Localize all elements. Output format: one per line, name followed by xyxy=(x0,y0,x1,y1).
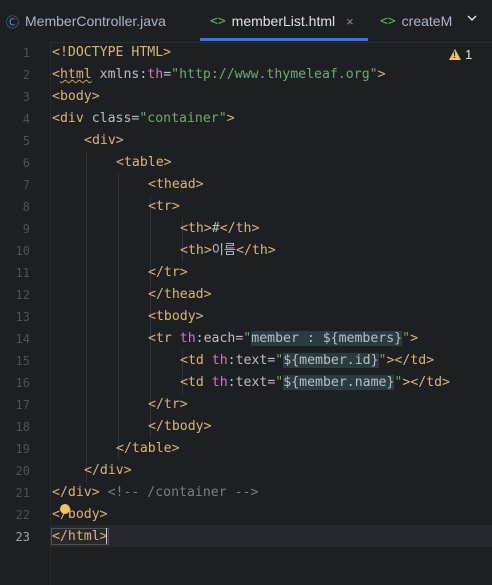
line-number: 15 xyxy=(15,354,30,368)
line-number: 2 xyxy=(22,68,30,82)
line-number: 13 xyxy=(15,310,30,324)
line-number: 4 xyxy=(22,112,30,126)
line-number: 12 xyxy=(15,288,30,302)
line-number: 9 xyxy=(22,222,30,236)
html-file-icon: <> xyxy=(380,13,396,29)
line-number: 8 xyxy=(22,200,30,214)
code-line-15: <td th:text="${member.id}"></td> xyxy=(180,353,435,368)
code-line-12: </thead> xyxy=(148,287,212,302)
html-file-icon: <> xyxy=(210,13,226,29)
code-line-11: </tr> xyxy=(148,265,188,280)
line-number-current: 23 xyxy=(15,530,30,544)
code-line-8: <tr> xyxy=(148,199,180,214)
code-line-16: <td th:text="${member.name}"></td> xyxy=(180,375,450,390)
code-line-19: </table> xyxy=(116,441,180,456)
line-number: 10 xyxy=(15,244,30,258)
line-number: 21 xyxy=(15,486,30,500)
editor-tab-bar: Ⓒ MemberController.java <> memberList.ht… xyxy=(0,0,492,43)
intention-bulb-icon[interactable] xyxy=(60,504,70,514)
tab-label: MemberController.java xyxy=(25,13,166,29)
code-line-20: </div> xyxy=(84,463,132,478)
line-number: 11 xyxy=(15,266,30,280)
code-line-10: <th>이름</th> xyxy=(180,243,276,258)
line-number: 14 xyxy=(15,332,30,346)
tab-member-list[interactable]: <> memberList.html × xyxy=(210,0,354,42)
indent-guide xyxy=(118,174,119,460)
line-number: 7 xyxy=(22,178,30,192)
code-line-4: <div class="container"> xyxy=(52,111,235,126)
code-editor[interactable]: <!DOCTYPE HTML> <html xmlns:th="http://w… xyxy=(51,42,492,585)
line-number: 1 xyxy=(22,46,30,60)
tab-member-controller[interactable]: Ⓒ MemberController.java xyxy=(6,0,166,42)
code-line-5: <div> xyxy=(84,133,124,148)
code-line-23: </html> xyxy=(51,528,109,545)
line-number: 3 xyxy=(22,90,30,104)
code-line-17: </tr> xyxy=(148,397,188,412)
line-number: 22 xyxy=(15,508,30,522)
code-line-14: <tr th:each="member : ${members}"> xyxy=(148,331,419,346)
java-class-icon: Ⓒ xyxy=(6,14,20,30)
line-number: 17 xyxy=(15,398,30,412)
close-tab-icon[interactable]: × xyxy=(346,14,354,29)
indent-guide xyxy=(86,152,87,482)
line-number: 16 xyxy=(15,376,30,390)
code-line-2: <html xmlns:th="http://www.thymeleaf.org… xyxy=(52,67,386,82)
text-caret xyxy=(106,528,107,544)
line-number: 20 xyxy=(15,464,30,478)
tab-label: memberList.html xyxy=(231,13,336,29)
code-line-7: <thead> xyxy=(148,177,204,192)
code-line-13: <tbody> xyxy=(148,309,204,324)
tab-label: createM xyxy=(401,13,453,29)
tab-create-member[interactable]: <> createM xyxy=(380,0,452,42)
code-line-21: </div> <!-- /container --> xyxy=(52,485,259,500)
code-line-3: <body> xyxy=(52,89,100,104)
chevron-down-icon[interactable] xyxy=(466,12,478,27)
code-line-6: <table> xyxy=(116,155,172,170)
line-number: 5 xyxy=(22,134,30,148)
line-number-gutter[interactable]: 1 2 3 4 5 6 7 8 9 10 11 12 13 14 15 16 1… xyxy=(0,42,51,585)
line-number: 6 xyxy=(22,156,30,170)
code-line-18: </tbody> xyxy=(148,419,212,434)
line-number: 19 xyxy=(15,442,30,456)
code-line-1: <!DOCTYPE HTML> xyxy=(52,45,172,60)
active-tab-indicator xyxy=(200,38,368,41)
code-line-9: <th>#</th> xyxy=(180,221,260,236)
line-number: 18 xyxy=(15,420,30,434)
